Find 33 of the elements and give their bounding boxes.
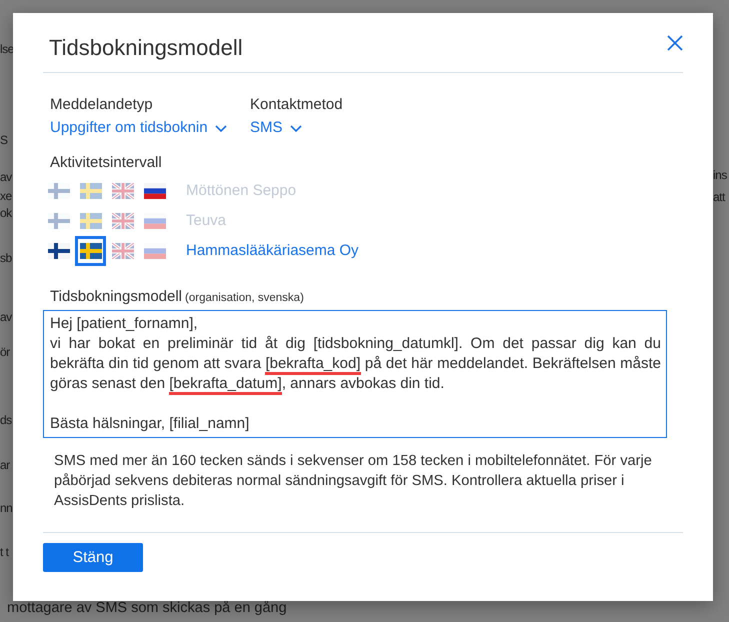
background-text: nn bbox=[0, 500, 12, 516]
close-icon bbox=[667, 35, 683, 51]
close-button[interactable] bbox=[667, 35, 683, 51]
background-text: lse bbox=[0, 41, 14, 57]
field-label: Meddelandetyp bbox=[50, 95, 153, 115]
background-text: ar bbox=[0, 457, 10, 473]
dropdown[interactable]: SMS bbox=[250, 118, 302, 138]
background-text: S bbox=[0, 132, 8, 148]
chevron-down-icon bbox=[214, 124, 227, 132]
background-text: xe bbox=[0, 188, 12, 204]
background-text: ds bbox=[0, 412, 12, 428]
background-text: att bbox=[713, 189, 725, 205]
background-text: mottagare av SMS som skickas på en gång bbox=[7, 601, 287, 615]
background-text: av bbox=[0, 169, 12, 185]
background-text: ins bbox=[713, 167, 727, 183]
background-text: av bbox=[0, 309, 12, 325]
misspelled-word: [bekrafta_kod] bbox=[265, 355, 360, 375]
background-text: ok bbox=[0, 205, 12, 221]
organisation-name[interactable]: Hammaslääkäriasema Oy bbox=[186, 241, 359, 261]
field-label: Kontaktmetod bbox=[250, 95, 343, 115]
misspelled-word: [bekrafta_datum] bbox=[169, 375, 282, 395]
background-text: t t bbox=[0, 544, 9, 560]
close-dialog-button[interactable]: Stäng bbox=[43, 543, 143, 572]
chevron-down-icon bbox=[290, 124, 302, 132]
dialog-title: Tidsbokningsmodell bbox=[49, 34, 243, 62]
background-text: ör bbox=[0, 344, 10, 360]
message-field[interactable]: Hej [patient_fornamn], vi har bokat en preliminär tid åt dig [tidsbokning_datumkl]. Om det passar dig kan du bekräfta din tid genom att svara [bekrafta_kod] på det här meddelandet. Bekräftelsen måste göras senast den [bekrafta_datum], annars avbokas din tid. Bästa hälsningar, [filial_namn] bbox=[43, 310, 667, 438]
info-text: SMS med mer än 160 tecken sänds i sekvenser om 158 tecken i mobiltelefonnätet. För varje påbörjad sekvens debiteras normal sändningsavgift för SMS. Kontrollera aktuella priser i AssisDents prislista. bbox=[54, 452, 653, 511]
field-label: Tidsbokningsmodell (organisation, svenska) bbox=[50, 287, 304, 307]
section-label: Aktivitetsintervall bbox=[50, 153, 162, 173]
dropdown[interactable]: Uppgifter om tidsboknin bbox=[50, 118, 227, 138]
background-text: sb bbox=[0, 250, 12, 266]
language-button[interactable] bbox=[75, 236, 106, 266]
